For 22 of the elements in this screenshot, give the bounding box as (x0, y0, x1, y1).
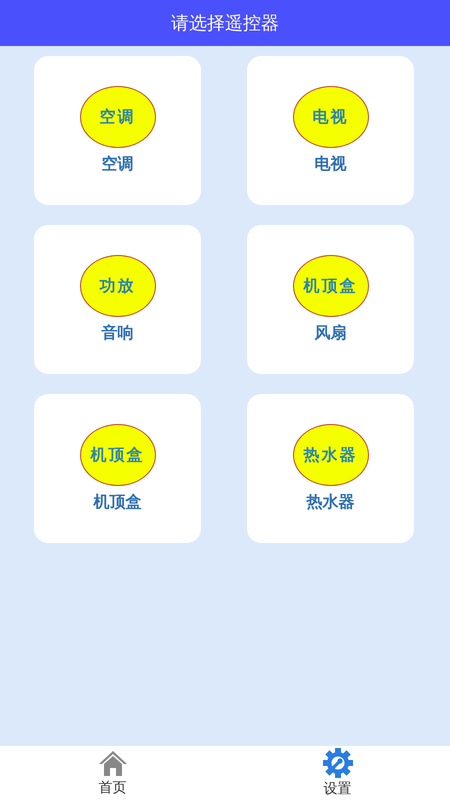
device-badge: 热水器 (292, 424, 368, 486)
device-badge: 功放 (80, 255, 156, 317)
device-card[interactable]: 功放 音响 (34, 225, 201, 374)
device-label: 热水器 (306, 492, 354, 513)
device-badge: 机顶盒 (80, 424, 156, 486)
device-label: 风扇 (314, 323, 346, 344)
device-badge: 空调 (80, 86, 156, 148)
home-icon (96, 749, 128, 777)
device-label: 机顶盒 (94, 492, 142, 513)
nav-tab[interactable]: 设置 (225, 746, 450, 800)
page-title: 请选择遥控器 (171, 12, 279, 35)
device-badge: 电视 (292, 86, 368, 148)
device-card[interactable]: 热水器 热水器 (247, 394, 414, 543)
device-label: 音响 (102, 323, 134, 344)
device-card[interactable]: 空调 空调 (34, 56, 201, 205)
device-card[interactable]: 电视 电视 (247, 56, 414, 205)
device-card[interactable]: 机顶盒 风扇 (247, 225, 414, 374)
nav-tab[interactable]: 首页 (0, 746, 225, 800)
device-card[interactable]: 机顶盒 机顶盒 (34, 394, 201, 543)
device-badge: 机顶盒 (292, 255, 368, 317)
device-label: 空调 (102, 154, 134, 175)
device-label: 电视 (314, 154, 346, 175)
